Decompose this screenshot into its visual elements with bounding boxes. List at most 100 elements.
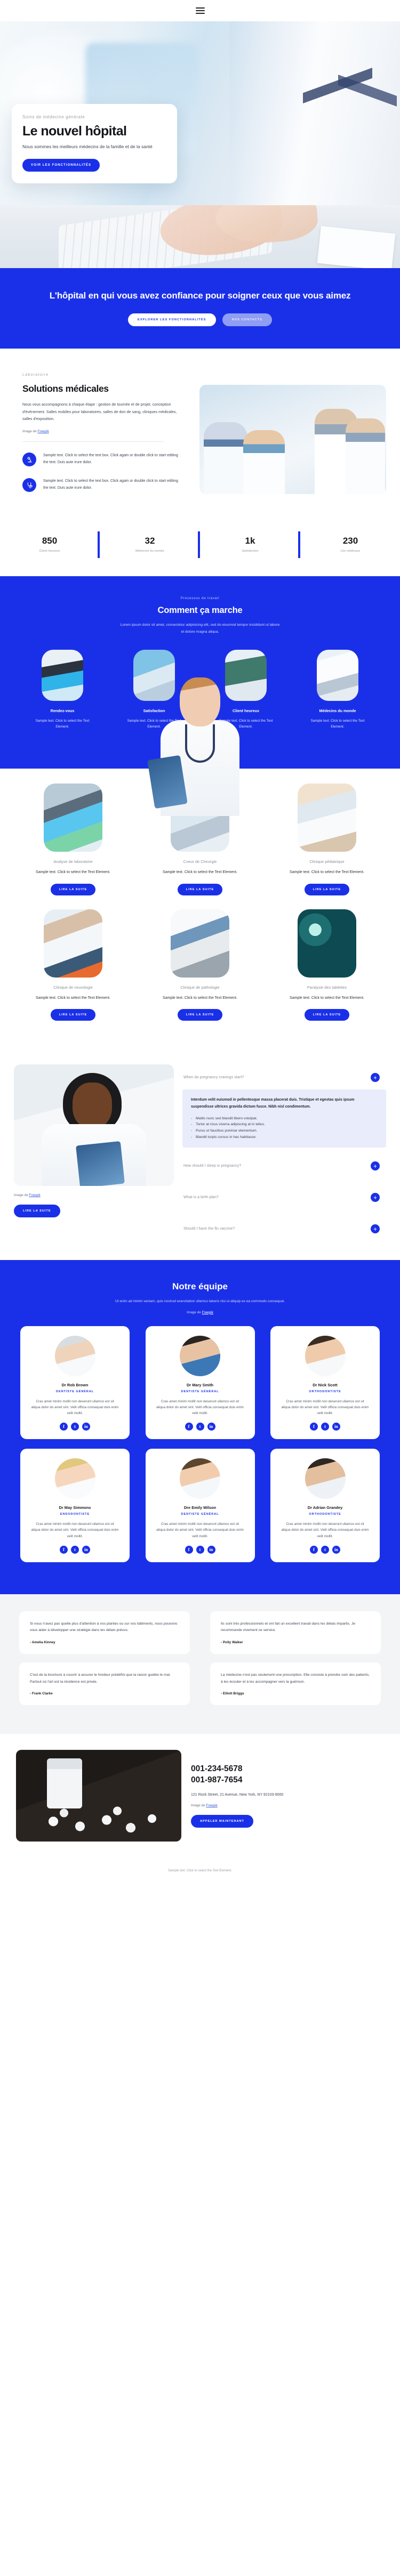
service-text: Sample text. Click to select the Text El… (36, 870, 110, 874)
faq-question-text: How should I sleep in pregnancy? (183, 1164, 242, 1168)
call-now-button[interactable]: APPELER MAINTENANT (191, 1815, 253, 1828)
stat-value: 850 (42, 536, 58, 546)
linkedin-icon[interactable]: in (207, 1423, 215, 1431)
read-more-button[interactable]: LIRE LA SUITE (304, 883, 350, 895)
phone-number-primary[interactable]: 001-234-5678 (191, 1764, 384, 1775)
read-more-button[interactable]: LIRE LA SUITE (304, 1009, 350, 1021)
service-image (44, 783, 102, 852)
avatar (54, 1335, 95, 1376)
explore-features-button[interactable]: EXPLORER LES FONCTIONNALITÉS (127, 313, 216, 327)
faq-question-row[interactable]: How should I sleep in pregnancy? + (182, 1156, 386, 1176)
faq-answer-heading: Interdum velit euismod in pellentesque m… (191, 1098, 355, 1109)
plus-icon[interactable]: + (371, 1161, 380, 1171)
process-image (317, 650, 358, 701)
faq-question-row[interactable]: What is a birth plan? + (182, 1188, 386, 1207)
pills-image (16, 1750, 181, 1842)
twitter-icon[interactable]: t (71, 1545, 79, 1554)
twitter-icon[interactable]: t (321, 1423, 329, 1431)
process-grid: Rendez-vous Sample text. Click to select… (0, 650, 400, 744)
footer: Sample text. Click to select the Text El… (0, 1861, 400, 1885)
social-links: f t in (278, 1423, 372, 1431)
avatar (305, 1458, 346, 1499)
stethoscope-decoration-icon (338, 26, 397, 180)
process-item-title: Médecins du monde (319, 708, 356, 714)
facebook-icon[interactable]: f (185, 1423, 193, 1431)
service-image (298, 783, 356, 852)
stat-label: Lits médicaux (340, 550, 361, 553)
service-title: Analyse de laboratoire (53, 859, 93, 864)
faq-answer-list: Mattis nunc sed blandit libero volutpat.… (191, 1116, 378, 1140)
linkedin-icon[interactable]: in (82, 1545, 90, 1554)
contacts-button[interactable]: NOS CONTACTS (222, 313, 273, 327)
hero-cta-button[interactable]: VOIR LES FONCTIONNALITÉS (22, 158, 100, 172)
member-bio: Cras amet minim mollit non deserunt ulla… (31, 1522, 119, 1538)
faq-read-more-button[interactable]: LIRE LA SUITE (14, 1205, 60, 1218)
facebook-icon[interactable]: f (310, 1545, 318, 1554)
stat-value: 1k (245, 536, 255, 546)
member-name: Dr Nick Scott (313, 1382, 338, 1387)
plus-icon[interactable]: + (371, 1073, 380, 1083)
service-title: Paralysie des tablettes (307, 984, 347, 990)
twitter-icon[interactable]: t (321, 1545, 329, 1554)
testimonial-card: Ils sont très professionnels et ont fait… (210, 1611, 381, 1654)
doctor-portrait-image (14, 1064, 174, 1186)
social-links: f t in (28, 1423, 122, 1431)
stat-item: 1k Satisfaction (201, 528, 300, 562)
team-member-card: Dr Rob Brown DENTISTE GÉNÉRAL Cras amet … (20, 1326, 130, 1440)
stat-item: 230 Lits médicaux (301, 528, 400, 562)
read-more-button[interactable]: LIRE LA SUITE (177, 1009, 223, 1021)
member-role: ORTHODONTISTE (309, 1390, 341, 1393)
avatar (180, 1335, 220, 1376)
twitter-icon[interactable]: t (196, 1423, 204, 1431)
plus-icon[interactable]: + (371, 1193, 380, 1202)
member-bio: Cras amet minim mollit non deserunt ulla… (156, 1522, 244, 1538)
facebook-icon[interactable]: f (310, 1423, 318, 1431)
faq-question-row[interactable]: When do pregnancy cravings start? + (182, 1068, 386, 1087)
testimonial-author: - Elliott Briggs (221, 1692, 244, 1696)
freepik-link[interactable]: Freepik (29, 1193, 40, 1197)
read-more-button[interactable]: LIRE LA SUITE (50, 883, 96, 895)
avatar (54, 1458, 95, 1499)
hero-card: Soins de médecine générale Le nouvel hôp… (12, 104, 177, 183)
hamburger-menu-icon[interactable] (195, 7, 205, 14)
twitter-icon[interactable]: t (196, 1545, 204, 1554)
facebook-icon[interactable]: f (185, 1545, 193, 1554)
service-card: Clinique de neurologie Sample text. Clic… (22, 909, 124, 1021)
service-image (298, 909, 356, 978)
read-more-button[interactable]: LIRE LA SUITE (50, 1009, 96, 1021)
testimonial-author: - Polly Walker (221, 1640, 243, 1644)
burger-line (195, 10, 205, 11)
freepik-link[interactable]: Freepik (37, 430, 49, 433)
member-name: Dr Mary Smith (186, 1382, 214, 1387)
team-member-card: Dr May Simmons ENDODONTISTE Cras amet mi… (20, 1449, 130, 1562)
linkedin-icon[interactable]: in (332, 1545, 340, 1554)
service-title: Clinique de pathologie (180, 984, 220, 990)
read-more-button[interactable]: LIRE LA SUITE (177, 883, 223, 895)
phone-number-secondary[interactable]: 001-987-7654 (191, 1775, 384, 1786)
service-card: Analyse de laboratoire Sample text. Clic… (22, 783, 124, 895)
faq-accordion: When do pregnancy cravings start? + Inte… (182, 1064, 386, 1239)
service-title: Coeur de Chirurgie (183, 859, 217, 864)
solutions-text-column: Laboratoire Solutions médicales Nous vou… (0, 373, 192, 504)
linkedin-icon[interactable]: in (332, 1423, 340, 1431)
page-root: Soins de médecine générale Le nouvel hôp… (0, 0, 400, 1885)
stethoscope-icon (22, 478, 36, 492)
team-section: Notre équipe Ut enim ad minim veniam, qu… (0, 1260, 400, 1594)
process-subtitle: Lorem ipsum dolor sit amet, consectetur … (120, 623, 280, 634)
facebook-icon[interactable]: f (60, 1423, 68, 1431)
member-role: ENDODONTISTE (60, 1513, 90, 1516)
plus-icon[interactable]: + (371, 1224, 380, 1234)
service-card: Clinique pédiatrique Sample text. Click … (276, 783, 378, 895)
faq-question-text: What is a birth plan? (183, 1196, 219, 1200)
service-card: Paralysie des tablettes Sample text. Cli… (276, 909, 378, 1021)
twitter-icon[interactable]: t (71, 1423, 79, 1431)
linkedin-icon[interactable]: in (207, 1545, 215, 1554)
faq-question-row[interactable]: Should I have the flu vaccine? + (182, 1219, 386, 1239)
facebook-icon[interactable]: f (60, 1545, 68, 1554)
freepik-link[interactable]: Freepik (206, 1804, 217, 1807)
feature-item: Sample text. Click to select the text bo… (22, 453, 182, 467)
hero-eyebrow: Soins de médecine générale (22, 115, 85, 119)
freepik-link[interactable]: Freepik (202, 1311, 213, 1314)
process-item-text: Sample text. Click to select the Text El… (35, 719, 90, 729)
linkedin-icon[interactable]: in (82, 1423, 90, 1431)
